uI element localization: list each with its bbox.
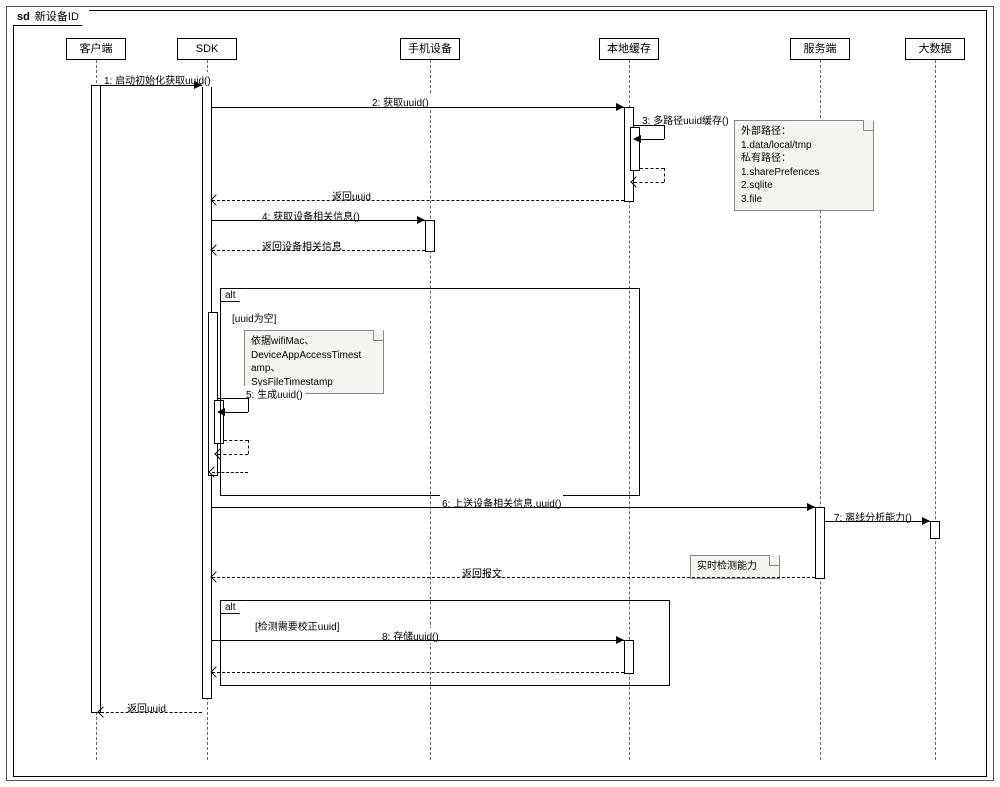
msg8-line: [212, 640, 624, 641]
note-paths-l2: 1.data/local/tmp: [741, 139, 867, 153]
note-paths-l4: 1.sharePrefences: [741, 166, 867, 180]
msg2-line: [212, 107, 624, 108]
msg3-line2: [664, 125, 665, 139]
msg5-line2: [248, 398, 249, 412]
r3-line: [212, 200, 624, 201]
msg4-line: [212, 220, 425, 221]
activation-device: [425, 220, 435, 252]
msg5-line1: [218, 398, 248, 399]
msg5-arrow-icon: [217, 408, 225, 416]
fragment-alt-2-guard: [检测需要校正uuid]: [255, 618, 339, 633]
fragment-alt-2: alt: [220, 600, 670, 686]
msg4-arrow-icon: [417, 216, 425, 224]
note-gen-l1: 依据wifiMac、: [251, 335, 377, 349]
msg5-line3: [224, 412, 248, 413]
msg3-line1: [634, 125, 664, 126]
msg8-arrow-icon: [616, 636, 624, 644]
sd-frame-label: sd 新设备ID: [13, 10, 90, 26]
participant-device: 手机设备: [400, 38, 460, 60]
msg3-ret-line2: [664, 168, 665, 182]
fragment-alt-1-guard: [uuid为空]: [232, 310, 276, 325]
rend-line: [101, 712, 202, 713]
msg2-arrow-icon: [616, 103, 624, 111]
note-realtime: 实时检测能力: [690, 555, 780, 579]
participant-sdk: SDK: [177, 38, 237, 60]
r4-line: [212, 250, 425, 251]
fragment-alt-1-label: alt: [220, 288, 247, 302]
note-gen-l2: DeviceAppAccessTimest: [251, 349, 377, 363]
msg1-line: [101, 85, 202, 86]
note-gen: 依据wifiMac、 DeviceAppAccessTimest amp、 Sy…: [244, 330, 384, 394]
msg3-line3: [640, 139, 664, 140]
msg5-label: 5: 生成uuid(): [244, 386, 305, 401]
participant-bigdata: 大数据: [905, 38, 965, 60]
sd-prefix: sd: [17, 11, 30, 23]
note-paths-l6: 3.file: [741, 193, 867, 207]
activation-server: [815, 507, 825, 579]
msg6-arrow-icon: [807, 503, 815, 511]
sequence-diagram: sd 新设备ID 客户端 SDK 手机设备 本地缓存 服务端 大数据 1: 启动…: [0, 0, 1000, 787]
note-paths: 外部路径： 1.data/local/tmp 私有路径： 1.sharePref…: [734, 120, 874, 211]
note-realtime-l1: 实时检测能力: [697, 560, 773, 574]
fragment-alt-2-label: alt: [220, 600, 247, 614]
msg6-line: [212, 507, 815, 508]
note-paths-l5: 2.sqlite: [741, 179, 867, 193]
msg8-ret-line: [212, 672, 624, 673]
msg3-arrow-icon: [633, 135, 641, 143]
activation-client: [91, 85, 101, 713]
note-paths-l1: 外部路径：: [741, 125, 867, 139]
sd-title: 新设备ID: [35, 11, 79, 23]
note-paths-l3: 私有路径：: [741, 152, 867, 166]
r6-line: [212, 577, 815, 578]
participant-server: 服务端: [790, 38, 850, 60]
activation-cache-self: [630, 127, 640, 171]
msg1-arrow-icon: [194, 81, 202, 89]
note-gen-l3: amp、: [251, 362, 377, 376]
participant-cache: 本地缓存: [599, 38, 659, 60]
lifeline-bigdata: [935, 60, 936, 760]
participant-client: 客户端: [66, 38, 126, 60]
msg5-ret2: [248, 440, 249, 454]
msg3-ret-line1: [640, 168, 664, 169]
msg7-line: [825, 521, 930, 522]
msg7-arrow-icon: [922, 517, 930, 525]
activation-bigdata: [930, 521, 940, 539]
msg5-ret1: [224, 440, 248, 441]
